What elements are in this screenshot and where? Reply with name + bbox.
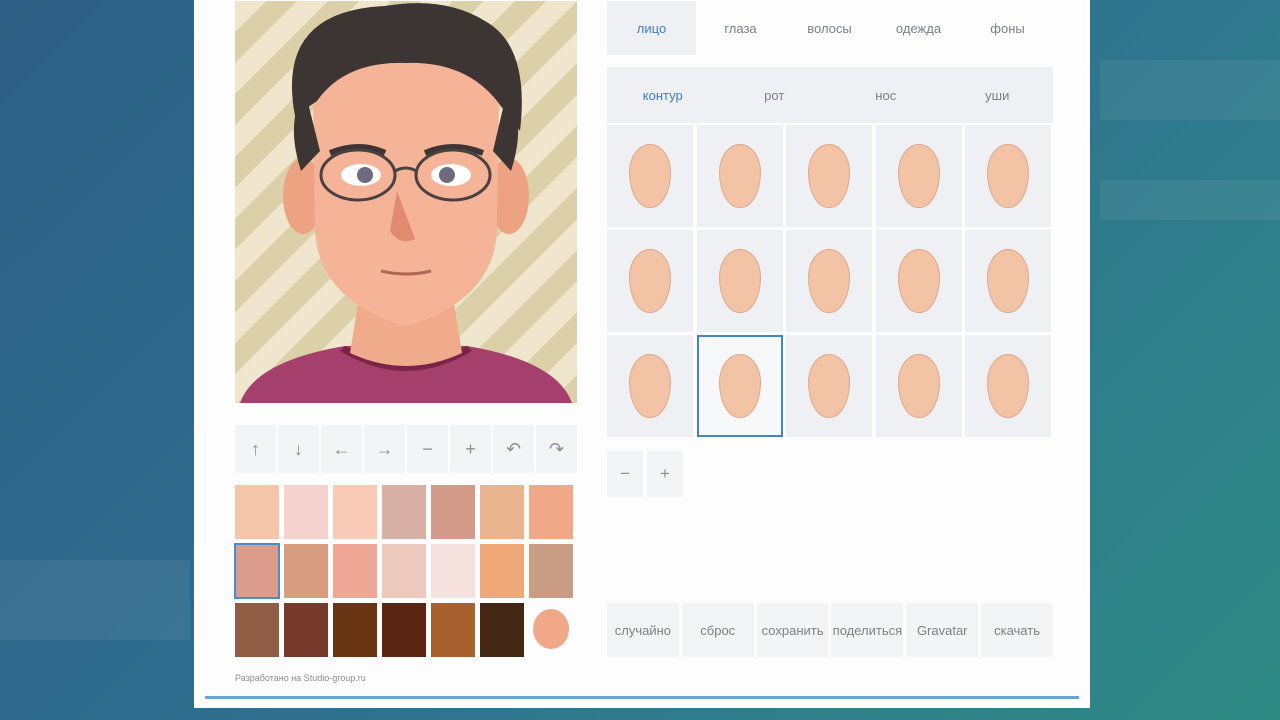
face-shape-preview bbox=[629, 144, 671, 208]
zoom-out-button[interactable]: − bbox=[407, 425, 448, 473]
face-shape-option[interactable] bbox=[696, 335, 783, 437]
category-tabs: лицо глаза волосы одежда фоны bbox=[607, 1, 1055, 55]
face-shape-grid bbox=[607, 125, 1053, 439]
color-swatch[interactable] bbox=[235, 485, 279, 539]
zoom-in-button[interactable]: + bbox=[647, 451, 683, 497]
face-shape-option[interactable] bbox=[786, 230, 872, 332]
color-swatch[interactable] bbox=[284, 603, 328, 657]
face-shape-preview bbox=[629, 354, 671, 418]
subtab-3[interactable]: уши bbox=[942, 67, 1054, 123]
bottom-divider bbox=[205, 696, 1079, 699]
face-shape-option[interactable] bbox=[786, 125, 872, 227]
arrow-right-button[interactable]: → bbox=[364, 425, 405, 473]
color-swatch[interactable] bbox=[382, 603, 426, 657]
subcategory-tabs: контур рот нос уши bbox=[607, 67, 1053, 123]
face-shape-preview bbox=[808, 249, 850, 313]
face-shape-option[interactable] bbox=[875, 125, 962, 227]
avatar-preview bbox=[235, 1, 577, 403]
face-shape-option[interactable] bbox=[965, 125, 1051, 227]
color-swatch[interactable] bbox=[333, 544, 377, 598]
tab-1[interactable]: глаза bbox=[696, 1, 785, 55]
color-swatch[interactable] bbox=[284, 485, 328, 539]
color-swatch[interactable] bbox=[431, 485, 475, 539]
color-swatch[interactable] bbox=[382, 485, 426, 539]
color-swatch[interactable] bbox=[284, 544, 328, 598]
face-shape-preview bbox=[718, 144, 761, 208]
face-shape-option[interactable] bbox=[607, 335, 693, 437]
undo-icon: ↶ bbox=[505, 438, 522, 459]
arrow-down-button[interactable]: ↓ bbox=[278, 425, 319, 473]
arrow-up-icon: ↑ bbox=[251, 438, 260, 459]
zoom-out-button[interactable]: − bbox=[607, 451, 643, 497]
face-shape-preview bbox=[718, 249, 761, 313]
action-button-4[interactable]: Gravatar bbox=[906, 603, 979, 657]
arrow-left-icon: ← bbox=[332, 438, 351, 459]
action-button-2[interactable]: сохранить bbox=[756, 603, 829, 657]
face-shape-option[interactable] bbox=[875, 335, 962, 437]
zoom-in-icon: + bbox=[465, 438, 476, 459]
avatar-illustration bbox=[240, 3, 572, 403]
face-shape-option[interactable] bbox=[786, 335, 872, 437]
face-shape-preview bbox=[629, 249, 671, 313]
action-button-1[interactable]: сброс bbox=[681, 603, 754, 657]
arrow-right-icon: → bbox=[375, 438, 394, 459]
color-swatch[interactable] bbox=[333, 603, 377, 657]
zoom-in-icon: + bbox=[660, 464, 670, 483]
arrow-left-button[interactable]: ← bbox=[321, 425, 362, 473]
color-swatch[interactable] bbox=[529, 485, 573, 539]
face-shape-preview bbox=[987, 354, 1029, 418]
subtab-0[interactable]: контур bbox=[607, 67, 719, 123]
color-swatch[interactable] bbox=[480, 603, 524, 657]
action-button-0[interactable]: случайно bbox=[607, 603, 679, 657]
tab-2[interactable]: волосы bbox=[785, 1, 874, 55]
color-swatch[interactable] bbox=[431, 544, 475, 598]
subtab-1[interactable]: рот bbox=[719, 67, 831, 123]
face-shape-option[interactable] bbox=[607, 230, 693, 332]
tab-0[interactable]: лицо bbox=[607, 1, 696, 55]
color-swatch[interactable] bbox=[431, 603, 475, 657]
face-shape-preview bbox=[897, 249, 940, 313]
face-shape-option[interactable] bbox=[696, 125, 783, 227]
color-swatch[interactable] bbox=[529, 544, 573, 598]
avatar-editor-window: ↑ ↓ ← → − + ↶ ↷ Разработано на Studio-group.ru … bbox=[194, 0, 1090, 708]
zoom-out-icon: − bbox=[620, 464, 630, 483]
arrow-up-button[interactable]: ↑ bbox=[235, 425, 276, 473]
face-shape-preview bbox=[897, 354, 940, 418]
shape-zoom-controls: − + bbox=[607, 451, 683, 497]
face-shape-option[interactable] bbox=[696, 230, 783, 332]
undo-button[interactable]: ↶ bbox=[493, 425, 534, 473]
face-shape-preview bbox=[808, 144, 850, 208]
face-shape-option[interactable] bbox=[965, 335, 1051, 437]
color-swatch[interactable] bbox=[333, 485, 377, 539]
color-swatch[interactable] bbox=[480, 485, 524, 539]
custom-color-picker[interactable] bbox=[533, 609, 569, 649]
face-shape-option[interactable] bbox=[875, 230, 962, 332]
action-button-3[interactable]: поделиться bbox=[831, 603, 904, 657]
avatar-toolbar: ↑ ↓ ← → − + ↶ ↷ bbox=[235, 425, 577, 473]
zoom-out-icon: − bbox=[422, 438, 433, 459]
tab-4[interactable]: фоны bbox=[963, 1, 1052, 55]
color-swatch[interactable] bbox=[235, 603, 279, 657]
zoom-in-button[interactable]: + bbox=[450, 425, 491, 473]
face-shape-option[interactable] bbox=[607, 125, 693, 227]
face-shape-preview bbox=[808, 354, 850, 418]
color-swatch[interactable] bbox=[480, 544, 524, 598]
redo-button[interactable]: ↷ bbox=[536, 425, 577, 473]
color-swatch[interactable] bbox=[382, 544, 426, 598]
redo-icon: ↷ bbox=[548, 438, 565, 459]
action-button-5[interactable]: скачать bbox=[981, 603, 1053, 657]
arrow-down-icon: ↓ bbox=[294, 438, 303, 459]
color-swatch[interactable] bbox=[234, 543, 280, 599]
face-shape-option[interactable] bbox=[965, 230, 1051, 332]
tab-3[interactable]: одежда bbox=[874, 1, 963, 55]
face-shape-preview bbox=[987, 249, 1029, 313]
face-shape-preview bbox=[718, 354, 761, 418]
face-shape-preview bbox=[897, 144, 940, 208]
action-bar: случайно сброс сохранить поделиться Gravatar… bbox=[607, 603, 1053, 657]
subtab-2[interactable]: нос bbox=[830, 67, 942, 123]
face-shape-preview bbox=[987, 144, 1029, 208]
credit-text: Разработано на Studio-group.ru bbox=[235, 673, 366, 683]
